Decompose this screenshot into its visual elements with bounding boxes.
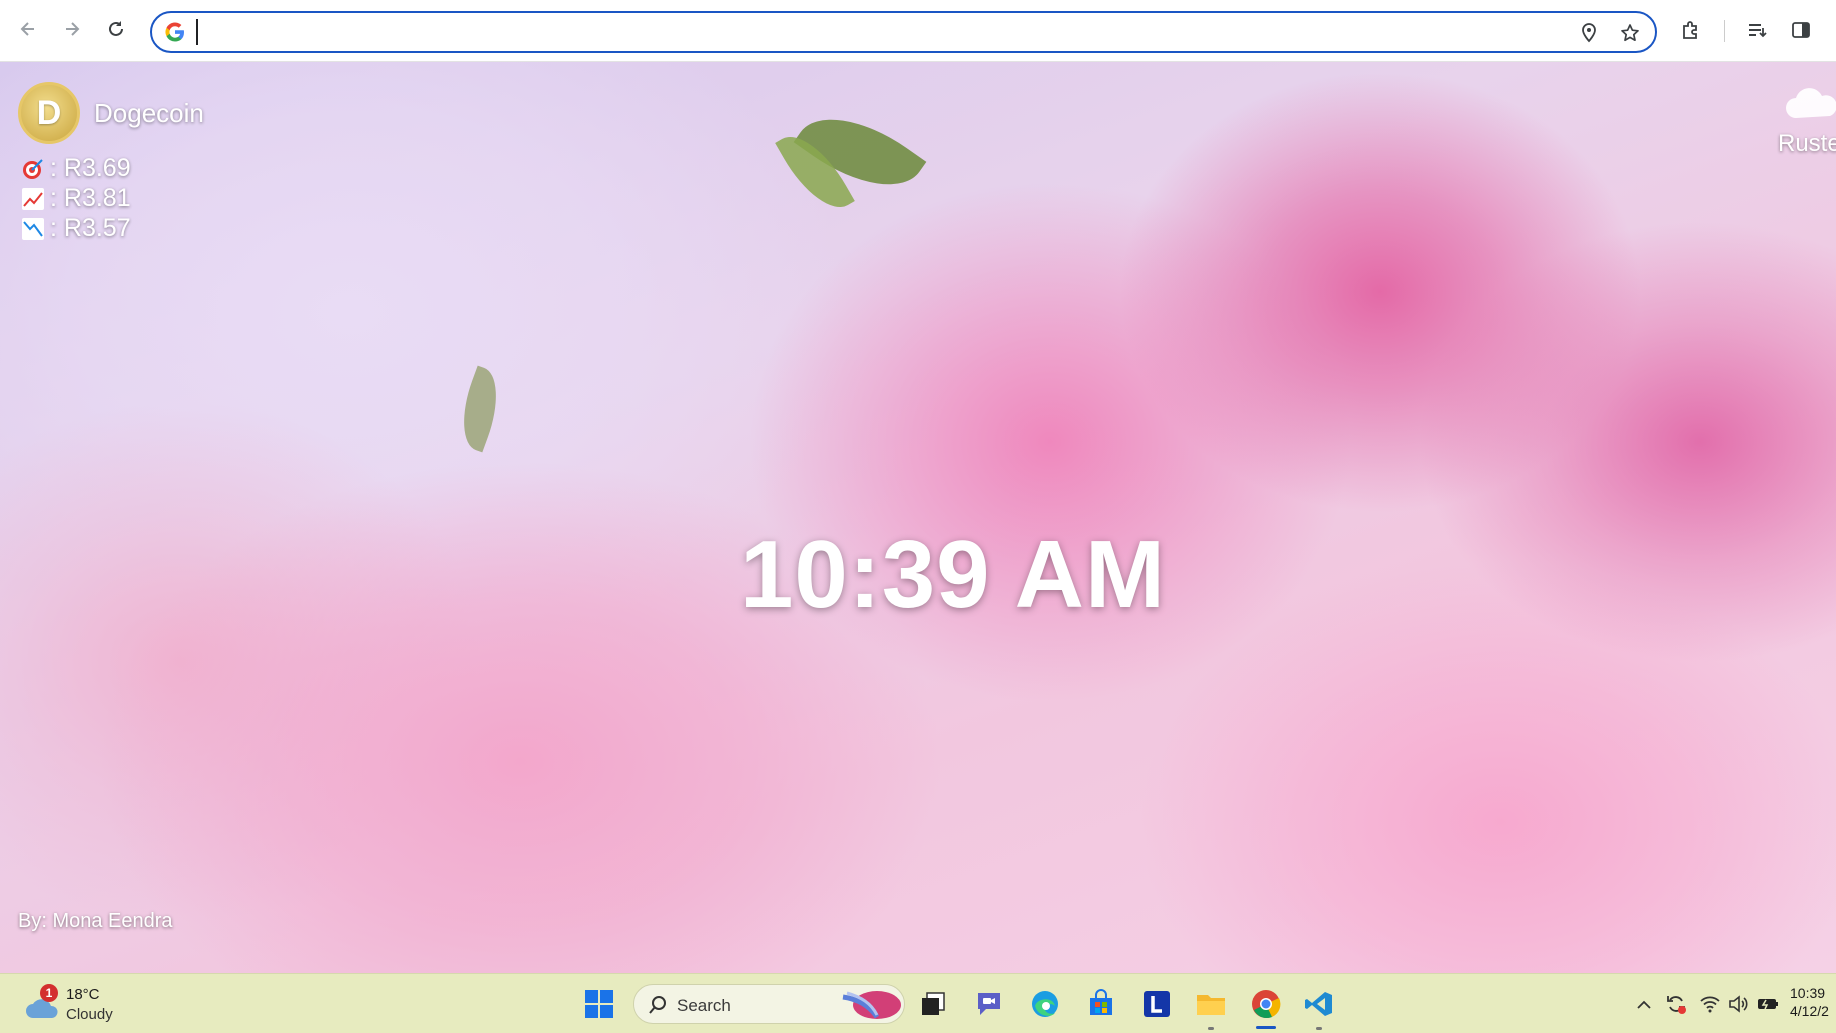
search-icon [649, 996, 666, 1014]
task-view-icon[interactable] [917, 988, 949, 1020]
dogecoin-logo: D [18, 82, 80, 144]
weather-condition: Cloudy [66, 1006, 113, 1023]
search-highlight-icon [842, 991, 901, 1019]
clock-display: 10:39 AM [740, 521, 1166, 628]
weather-widget[interactable]: Ruste [1776, 82, 1836, 172]
chart-down-icon [20, 216, 46, 242]
chart-up-icon [20, 186, 46, 212]
address-bar[interactable] [150, 11, 1657, 53]
weather-location: Ruste [1778, 130, 1836, 157]
chrome-icon[interactable] [1250, 988, 1282, 1020]
back-icon[interactable] [14, 15, 42, 43]
l-app-icon[interactable] [1141, 988, 1173, 1020]
active-app-indicator [1256, 1026, 1276, 1029]
vscode-icon[interactable] [1303, 988, 1335, 1020]
notification-badge: 1 [40, 984, 58, 1002]
search-label: Search [677, 996, 731, 1015]
current-price: : R3.69 [50, 154, 131, 182]
system-date: 4/12/2 [1790, 1003, 1829, 1019]
edge-icon[interactable] [1029, 988, 1061, 1020]
store-icon[interactable] [1085, 988, 1117, 1020]
chevron-up-icon[interactable] [1632, 992, 1656, 1016]
photo-credit[interactable]: By: Mona Eendra [18, 910, 173, 933]
forward-icon[interactable] [58, 15, 86, 43]
low-price: : R3.57 [50, 214, 131, 242]
start-icon[interactable] [583, 988, 615, 1020]
star-icon[interactable] [1619, 22, 1641, 44]
leaf-decoration [450, 365, 510, 453]
extensions-icon[interactable] [1678, 17, 1704, 43]
side-panel-icon[interactable] [1788, 17, 1814, 43]
system-clock[interactable]: 10:39 4/12/2 [1790, 984, 1836, 1020]
address-input[interactable] [196, 19, 1496, 45]
volume-icon[interactable] [1726, 992, 1750, 1016]
google-icon [165, 22, 184, 42]
file-explorer-icon[interactable] [1195, 988, 1227, 1020]
battery-icon[interactable] [1756, 992, 1780, 1016]
sync-icon[interactable] [1664, 992, 1688, 1016]
location-icon[interactable] [1578, 22, 1600, 44]
high-price: : R3.81 [50, 184, 131, 212]
teams-chat-icon[interactable] [973, 988, 1005, 1020]
browser-toolbar [0, 0, 1836, 62]
running-indicator [1208, 1027, 1214, 1030]
system-time: 10:39 [1790, 985, 1826, 1001]
current-price-row: : R3.69 [20, 154, 131, 183]
cloud-icon [1786, 88, 1836, 118]
low-price-row: : R3.57 [20, 214, 131, 243]
weather-temperature: 18°C [66, 986, 100, 1003]
wifi-icon[interactable] [1698, 992, 1722, 1016]
running-indicator [1316, 1027, 1322, 1030]
taskbar: 1 18°C Cloudy Search 10:39 4/12/2 [0, 973, 1836, 1033]
taskbar-weather[interactable]: 1 18°C Cloudy [24, 984, 144, 1026]
coin-name: Dogecoin [94, 98, 204, 128]
wallpaper-background [0, 62, 1836, 973]
toolbar-separator [1724, 20, 1725, 42]
reload-icon[interactable] [102, 15, 130, 43]
high-price-row: : R3.81 [20, 184, 131, 213]
target-icon [20, 156, 46, 182]
reading-list-icon[interactable] [1744, 17, 1770, 43]
taskbar-search[interactable]: Search [633, 984, 905, 1024]
